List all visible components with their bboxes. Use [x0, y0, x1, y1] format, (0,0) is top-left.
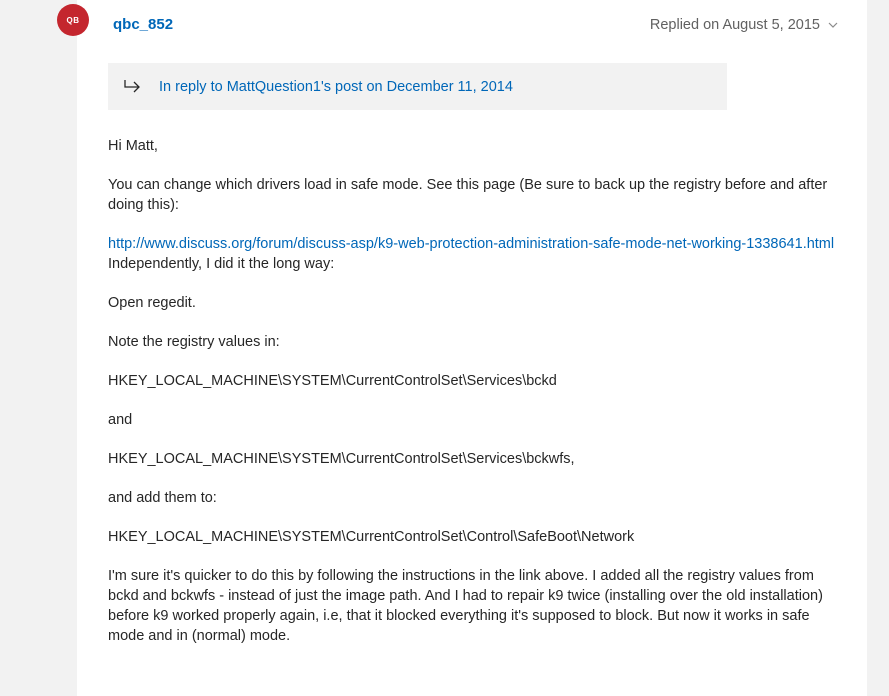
registry-path: HKEY_LOCAL_MACHINE\SYSTEM\CurrentControl… [108, 529, 635, 545]
body-paragraph: I'm sure it's quicker to do this by foll… [108, 568, 823, 644]
chevron-down-icon [828, 22, 838, 28]
reply-to-box: In reply to MattQuestion1's post on Dece… [108, 63, 727, 110]
registry-path: HKEY_LOCAL_MACHINE\SYSTEM\CurrentControl… [108, 451, 575, 467]
external-link[interactable]: http://www.discuss.org/forum/discuss-asp… [108, 236, 834, 252]
body-paragraph: Open regedit. [108, 295, 196, 311]
greeting-text: Hi Matt, [108, 138, 158, 154]
reply-to-link[interactable]: In reply to MattQuestion1's post on Dece… [159, 79, 513, 95]
reply-arrow-icon [124, 79, 140, 92]
replied-date-menu[interactable]: Replied on August 5, 2015 [650, 17, 838, 33]
body-paragraph: and [108, 412, 133, 428]
body-paragraph: You can change which drivers load in saf… [108, 177, 828, 213]
replied-date: Replied on August 5, 2015 [649, 17, 820, 33]
body-paragraph: Independently, I did it the long way: [108, 256, 335, 272]
username-link[interactable]: qbc_852 [113, 16, 173, 33]
body-paragraph: and add them to: [108, 490, 217, 506]
body-paragraph: Note the registry values in: [108, 334, 280, 350]
post-body: Hi Matt, You can change which drivers lo… [108, 136, 843, 665]
avatar[interactable]: QB [57, 4, 89, 36]
avatar-initials: QB [66, 15, 80, 25]
registry-path: HKEY_LOCAL_MACHINE\SYSTEM\CurrentControl… [108, 373, 557, 389]
